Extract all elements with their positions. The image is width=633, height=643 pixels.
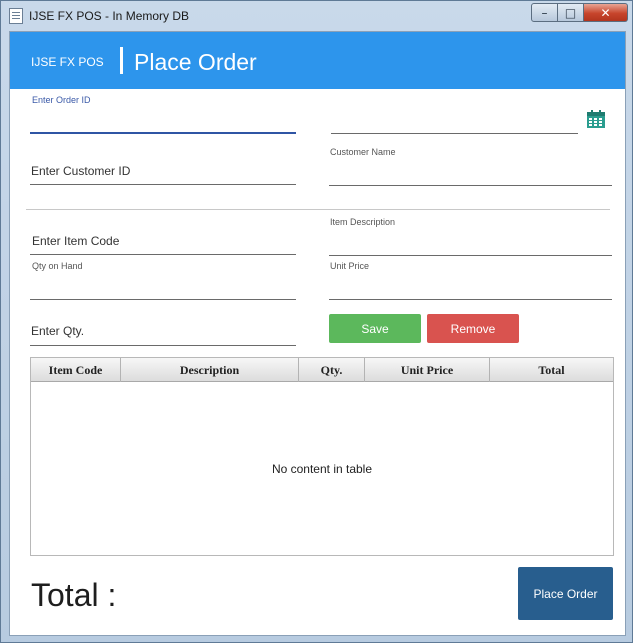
customer-id-field[interactable]: Enter Customer ID [30, 157, 296, 185]
item-code-prompt: Enter Item Code [32, 234, 120, 248]
unit-price-label: Unit Price [330, 261, 370, 271]
column-header-item-code[interactable]: Item Code [31, 358, 121, 382]
app-window: IJSE FX POS - In Memory DB – □ ✕ IJSE FX… [0, 0, 633, 643]
column-header-unit-price[interactable]: Unit Price [365, 358, 490, 382]
section-divider [26, 209, 610, 210]
header-separator [120, 47, 123, 74]
title-bar[interactable]: IJSE FX POS - In Memory DB – □ ✕ [1, 1, 633, 31]
qty-on-hand-field[interactable] [30, 272, 296, 300]
brand-label: IJSE FX POS [31, 55, 104, 69]
item-description-label: Item Description [330, 217, 396, 227]
place-order-pane: IJSE FX POS Place Order Enter Order ID E… [9, 31, 626, 636]
header-bar: IJSE FX POS Place Order [10, 32, 625, 89]
app-icon [9, 8, 23, 24]
remove-button[interactable]: Remove [427, 314, 519, 343]
calendar-icon[interactable] [586, 109, 606, 129]
table-header: Item Code Description Qty. Unit Price To… [31, 358, 613, 382]
item-code-field[interactable]: Enter Item Code [30, 227, 296, 255]
order-items-table[interactable]: Item Code Description Qty. Unit Price To… [30, 357, 614, 556]
unit-price-field[interactable] [329, 272, 612, 300]
qty-prompt: Enter Qty. [31, 324, 85, 338]
save-button[interactable]: Save [329, 314, 421, 343]
maximize-button[interactable]: □ [558, 3, 584, 22]
order-id-field[interactable] [30, 106, 296, 134]
order-id-label: Enter Order ID [32, 95, 91, 105]
empty-table-message: No content in table [271, 462, 373, 476]
close-button[interactable]: ✕ [584, 3, 628, 22]
qty-on-hand-label: Qty on Hand [32, 261, 83, 271]
column-header-total[interactable]: Total [490, 358, 613, 382]
place-order-button[interactable]: Place Order [518, 567, 613, 620]
column-header-qty[interactable]: Qty. [299, 358, 365, 382]
minimize-button[interactable]: – [531, 3, 558, 22]
customer-name-field[interactable] [329, 158, 612, 186]
window-controls: – □ ✕ [531, 3, 628, 22]
order-date-field[interactable] [331, 106, 578, 134]
column-header-description[interactable]: Description [121, 358, 299, 382]
qty-field[interactable]: Enter Qty. [30, 317, 296, 346]
total-label: Total : [31, 577, 117, 613]
customer-name-label: Customer Name [330, 147, 396, 157]
window-title: IJSE FX POS - In Memory DB [29, 9, 190, 23]
customer-id-prompt: Enter Customer ID [31, 164, 131, 178]
page-title: Place Order [134, 49, 257, 75]
item-description-field[interactable] [329, 228, 612, 256]
